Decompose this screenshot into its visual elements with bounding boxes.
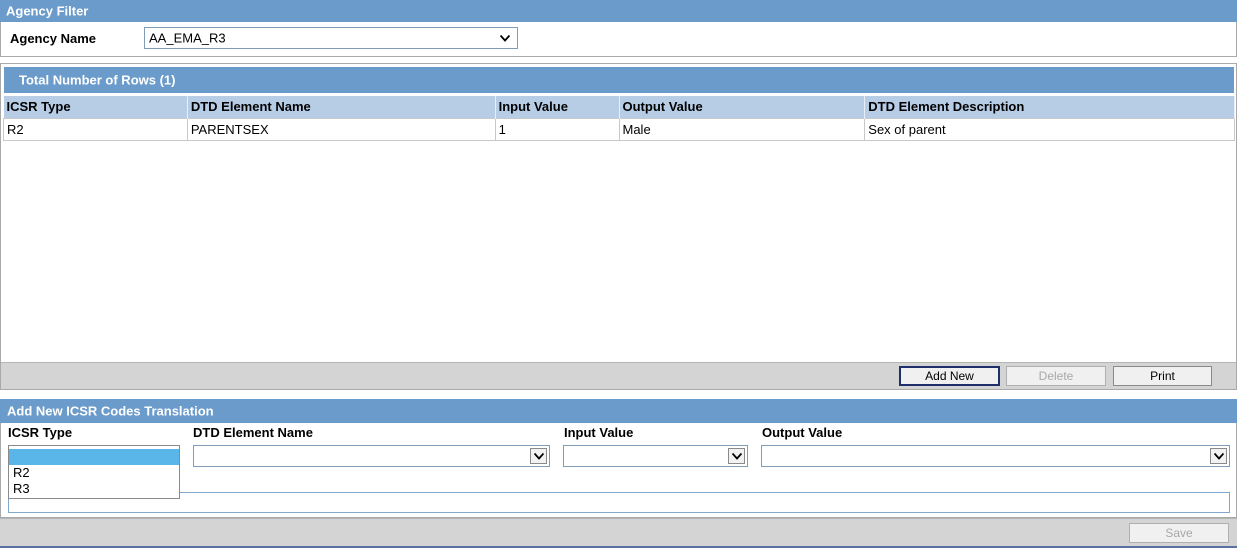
add-new-button[interactable]: Add New: [899, 366, 1000, 386]
icsr-type-listbox[interactable]: R2 R3: [8, 445, 180, 499]
icsr-type-option-r2[interactable]: R2: [9, 465, 179, 481]
chevron-down-icon[interactable]: [728, 448, 745, 464]
cell-dtd-element-description: Sex of parent: [864, 117, 1235, 141]
agency-filter-title: Agency Filter: [6, 3, 89, 19]
agency-filter-panel: Agency Name AA_EMA_R3: [0, 22, 1237, 57]
input-value-select[interactable]: [563, 445, 748, 467]
dtd-element-name-select[interactable]: [193, 445, 550, 467]
agency-name-value: AA_EMA_R3: [149, 30, 226, 46]
save-button-bar: Save: [0, 518, 1237, 548]
cell-output-value: Male: [618, 117, 866, 141]
save-button[interactable]: Save: [1129, 523, 1229, 543]
print-button[interactable]: Print: [1113, 366, 1212, 386]
total-rows-title: Total Number of Rows (1): [19, 72, 176, 88]
add-new-form: ICSR Type DTD Element Name Input Value O…: [0, 423, 1237, 518]
chevron-down-icon[interactable]: [496, 30, 513, 46]
results-button-bar: Add New Delete Print: [1, 362, 1236, 389]
column-header-dtd-element-name[interactable]: DTD Element Name: [187, 96, 496, 118]
agency-name-select[interactable]: AA_EMA_R3: [144, 27, 518, 49]
cell-icsr-type: R2: [3, 117, 188, 141]
column-header-icsr-type[interactable]: ICSR Type: [3, 96, 188, 118]
description-input[interactable]: [8, 492, 1230, 513]
agency-filter-header: Agency Filter: [0, 0, 1237, 22]
codes-translation-table: ICSR Type DTD Element Name Input Value O…: [3, 96, 1235, 141]
cell-input-value: 1: [494, 117, 620, 141]
icsr-type-label: ICSR Type: [8, 425, 73, 440]
add-new-header: Add New ICSR Codes Translation: [0, 399, 1237, 423]
output-value-select[interactable]: [761, 445, 1230, 467]
agency-name-label: Agency Name: [10, 31, 96, 46]
add-new-title: Add New ICSR Codes Translation: [7, 403, 214, 419]
output-value-label: Output Value: [762, 425, 843, 440]
column-header-input-value[interactable]: Input Value: [495, 96, 620, 118]
chevron-down-icon[interactable]: [1210, 448, 1227, 464]
results-panel: Total Number of Rows (1) ICSR Type DTD E…: [0, 63, 1237, 390]
dtd-element-name-label: DTD Element Name: [193, 425, 313, 440]
delete-button[interactable]: Delete: [1006, 366, 1106, 386]
icsr-type-option-blank[interactable]: [9, 449, 179, 465]
chevron-down-icon[interactable]: [530, 448, 547, 464]
column-header-output-value[interactable]: Output Value: [619, 96, 866, 118]
cell-dtd-element-name: PARENTSEX: [186, 117, 496, 141]
table-header-row: ICSR Type DTD Element Name Input Value O…: [3, 96, 1235, 118]
column-header-dtd-element-description[interactable]: DTD Element Description: [864, 96, 1235, 118]
icsr-type-option-r3[interactable]: R3: [9, 481, 179, 497]
input-value-label: Input Value: [564, 425, 634, 440]
table-row[interactable]: R2 PARENTSEX 1 Male Sex of parent: [3, 117, 1235, 141]
results-header: Total Number of Rows (1): [4, 67, 1234, 93]
